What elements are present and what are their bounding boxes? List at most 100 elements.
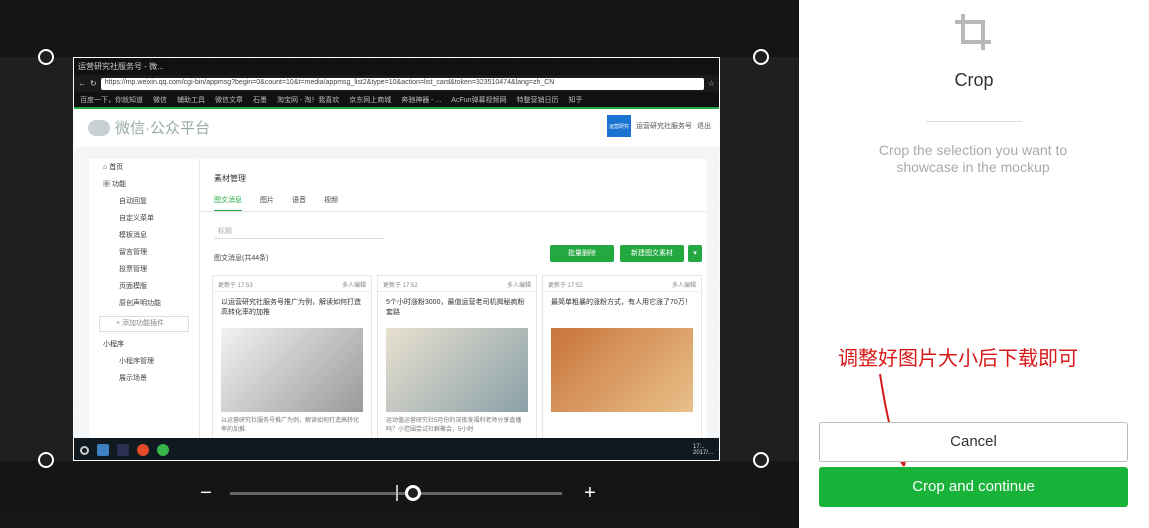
article-card: 更新于 17:53 多人编辑以运营研究社服务号推广为例，解读如何打造高转化率的加推… (212, 275, 372, 460)
article-card: 更新于 17:52 多人编辑 5个小时涨粉3000，最值运营老司机揭秘疯粉套路 运动值… (377, 275, 537, 460)
card-tag: 多人编辑 (671, 283, 696, 289)
bookmark-item: 微信文章 (215, 97, 243, 104)
card-image (221, 328, 363, 412)
crop-handle-bottom-left[interactable] (38, 452, 54, 468)
grid-icon: ▦ (103, 181, 112, 188)
card-meta: 更新于 17:53 多人编辑 (213, 276, 371, 292)
material-tab: 语音 (292, 197, 306, 204)
logout-link: 退出 (697, 123, 711, 130)
crop-handle-top-left[interactable] (38, 49, 54, 65)
card-updated: 更新于 17:53 (218, 283, 253, 289)
card-updated: 更新于 17:52 (548, 283, 583, 289)
wechat-logo: 微信·公众平台 (88, 117, 210, 138)
explorer-icon (97, 444, 109, 456)
photoshop-icon (117, 444, 129, 456)
sidebar-item: 自动回复 (119, 198, 147, 205)
card-image (551, 328, 693, 412)
card-tag: 多人编辑 (341, 283, 366, 289)
wechat-main: 素材管理 图文消息 图片 语音 视频 标题 批量删除 新建图文素材 ▾ 图文消息(共4… (199, 159, 707, 460)
wechat-logo-icon (88, 119, 110, 136)
sidebar-item: 投票管理 (119, 266, 147, 273)
material-tab: 图片 (260, 197, 274, 204)
avatar: 运营研究 (607, 115, 631, 137)
cancel-button[interactable]: Cancel (819, 422, 1128, 462)
crop-handle-bottom-right[interactable] (753, 452, 769, 468)
bookmark-item: 辅助工具 (177, 97, 205, 104)
bookmark-item: 京东网上商城 (349, 97, 392, 104)
account-info: 运营研究 运营研究社服务号 退出 (607, 115, 711, 137)
windows-taskbar: 17:.. 2017/... (74, 438, 719, 460)
crop-selection[interactable]: 运营研究社服务号 - 微... ← ↻ https://mp.weixin.qq… (73, 57, 720, 461)
search-input: 标题 (214, 223, 384, 239)
back-icon: ← (78, 79, 86, 88)
sidebar-item: 原创声明功能 (119, 300, 161, 307)
bookmark-item: 奔驰神器 - ... (401, 97, 442, 104)
card-meta: 更新于 17:52 多人编辑 (543, 276, 701, 292)
card-updated: 更新于 17:52 (383, 283, 418, 289)
batch-delete-button: 批量删除 (550, 245, 614, 262)
sidebar-item: 展示场景 (119, 375, 147, 382)
bookmark-item: AcFun弹幕视频网 (451, 97, 507, 104)
tabs-divider (200, 211, 707, 212)
sidebar-functions: ▦ 功能 (103, 181, 126, 188)
account-name: 运营研究社服务号 (636, 123, 692, 130)
card-image (386, 328, 528, 412)
sidebar-mini-program: 小程序 (103, 341, 124, 348)
bookmark-item: 微信 (153, 97, 167, 104)
annotation-text: 调整好图片大小后下载即可 (838, 348, 1078, 370)
sidebar-home: ⌂ 首页 (103, 164, 124, 171)
cortana-icon (80, 445, 89, 455)
wechat-icon (157, 444, 169, 456)
star-icon: ☆ (707, 79, 715, 88)
crop-handle-top-right[interactable] (753, 49, 769, 65)
card-desc: 运动值运营研究社5月份的深夜发福利老师分享直播吗？小范围尝试社群聚会，5小时 (386, 418, 522, 433)
zoom-out-button[interactable]: − (196, 482, 216, 504)
crop-and-continue-button[interactable]: Crop and continue (819, 467, 1128, 507)
browser-url-bar: ← ↻ https://mp.weixin.qq.com/cgi-bin/app… (74, 75, 719, 92)
card-title: 最简单粗暴的涨粉方式，有人用它涨了70万！ (551, 299, 692, 306)
card-desc (543, 412, 701, 422)
tray-clock: 17:.. 2017/... (692, 444, 713, 456)
card-title: 以运营研究社服务号推广为例，解读如何打造高转化率的加推 (221, 299, 361, 316)
article-count: 图文消息(共44条) (214, 255, 269, 262)
panel-description: Crop the selection you want to showcase … (878, 142, 1068, 175)
sidebar-item: 小程序管理 (119, 358, 154, 365)
chevron-down-icon: ▾ (688, 245, 702, 262)
sidebar-item: 自定义菜单 (119, 215, 154, 222)
sidebar-item: 模板消息 (119, 232, 147, 239)
zoom-slider-thumb[interactable] (404, 485, 421, 501)
crop-stage: 运营研究社服务号 - 微... ← ↻ https://mp.weixin.qq… (0, 0, 799, 528)
chrome-icon (137, 444, 149, 456)
article-card: 更新于 17:52 多人编辑最简单粗暴的涨粉方式，有人用它涨了70万！ (542, 275, 702, 460)
crop-icon (955, 14, 991, 50)
bookmark-item: 淘宝网 - 淘！我喜欢 (277, 97, 340, 104)
add-plugin-button: + 添加功能插件 (99, 316, 189, 332)
bookmark-item: 百度一下，你就知道 (80, 97, 143, 104)
card-desc: 以运营研究社服务号推广为例，解读如何打造高转化率的加推 (221, 418, 360, 433)
bookmark-item: 特整营销日历 (516, 97, 559, 104)
browser-tab: 运营研究社服务号 - 微... (74, 58, 719, 75)
zoom-default-tick (396, 485, 398, 501)
card-meta: 更新于 17:52 多人编辑 (378, 276, 536, 292)
material-tab: 视频 (324, 197, 338, 204)
card-title: 5个小时涨粉3000，最值运营老司机揭秘疯粉套路 (386, 299, 525, 316)
url-text: https://mp.weixin.qq.com/cgi-bin/appmsg?… (100, 77, 704, 90)
new-article-button: 新建图文素材 (620, 245, 684, 262)
panel-divider (926, 121, 1022, 122)
card-tag: 多人编辑 (506, 283, 531, 289)
sidebar-item: 页面模版 (119, 283, 147, 290)
wechat-header: 微信·公众平台 运营研究 运营研究社服务号 退出 (74, 107, 719, 147)
wechat-sidebar: ⌂ 首页 ▦ 功能 自动回复自定义菜单模板消息留言管理投票管理页面模版原创声明功… (89, 159, 199, 459)
material-tab: 图文消息 (214, 195, 242, 212)
dim-overlay-top (0, 0, 799, 57)
zoom-in-button[interactable]: + (580, 482, 600, 504)
panel-title: Crop (954, 70, 994, 90)
material-tabs: 图文消息 图片 语音 视频 (214, 195, 338, 212)
main-title: 素材管理 (214, 174, 246, 183)
reload-icon: ↻ (90, 79, 97, 88)
bookmark-item: 石墨 (253, 97, 267, 104)
bookmark-bar: 百度一下，你就知道 微信 辅助工具 微信文章 石墨 淘宝网 - 淘！我喜欢 京东网上商城 奔驰… (74, 92, 719, 107)
sidebar-item: 留言管理 (119, 249, 147, 256)
bookmark-item: 知乎 (568, 97, 583, 104)
zoom-control: − + (196, 482, 606, 504)
